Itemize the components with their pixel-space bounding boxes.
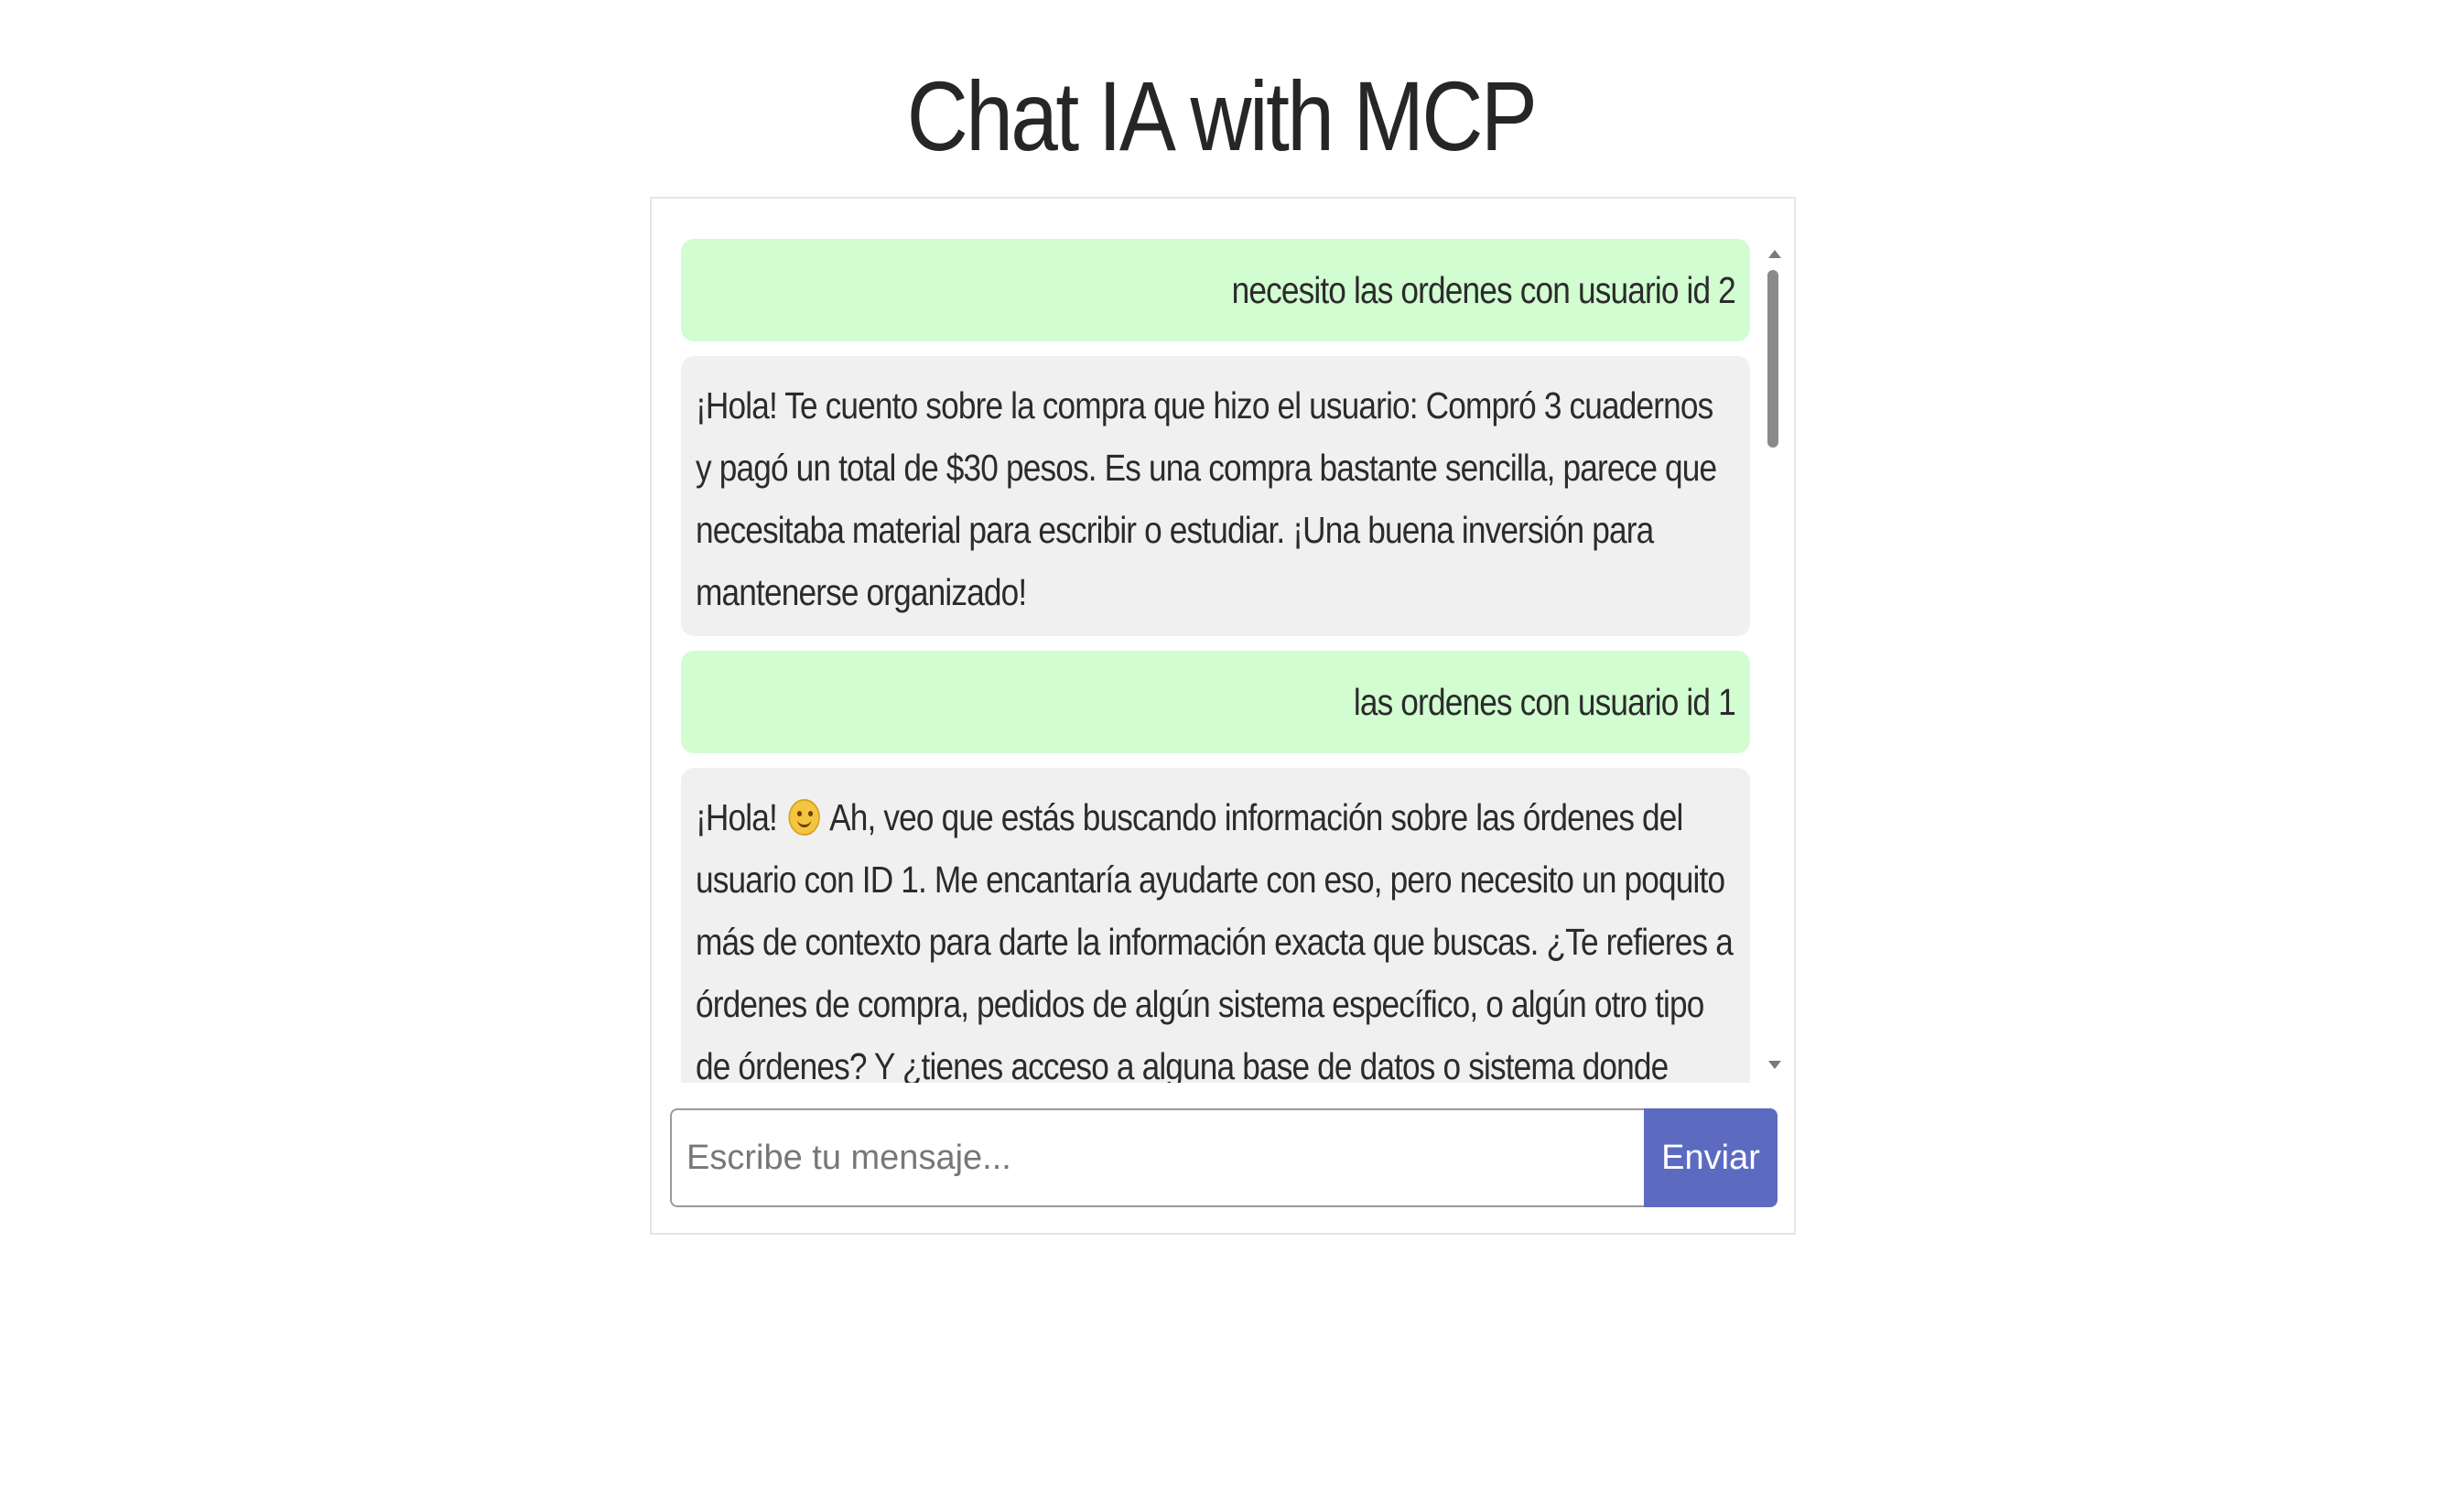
page-title: Chat IA with MCP	[906, 60, 1538, 171]
message-text: ¡Hola! Ah, veo que estás buscando inform…	[696, 786, 1734, 1083]
scroll-thumb[interactable]	[1767, 270, 1778, 448]
composer: Enviar	[670, 1108, 1777, 1207]
bot-message: ¡Hola! Te cuento sobre la compra que hiz…	[681, 356, 1750, 636]
scroll-down-arrow-icon[interactable]	[1768, 1061, 1781, 1069]
user-message: las ordenes con usuario id 1	[681, 651, 1750, 753]
message-text: ¡Hola! Te cuento sobre la compra que hiz…	[696, 384, 1717, 613]
smiling-face-icon	[788, 799, 820, 836]
message-text-rest: Ah, veo que estás buscando información s…	[696, 796, 1734, 1083]
message-list[interactable]: necesito las ordenes con usuario id 2 ¡H…	[652, 199, 1794, 1083]
user-message: necesito las ordenes con usuario id 2	[681, 239, 1750, 341]
message-text: las ordenes con usuario id 1	[1354, 681, 1736, 723]
messages-scrollbar[interactable]	[1762, 232, 1784, 1083]
send-button[interactable]: Enviar	[1644, 1108, 1777, 1207]
message-input[interactable]	[670, 1108, 1646, 1207]
scroll-up-arrow-icon[interactable]	[1768, 250, 1781, 258]
page: Chat IA with MCP necesito las ordenes co…	[0, 0, 2442, 1512]
chat-container: necesito las ordenes con usuario id 2 ¡H…	[650, 197, 1796, 1235]
bot-message: ¡Hola! Ah, veo que estás buscando inform…	[681, 768, 1750, 1083]
message-text-start: ¡Hola!	[696, 796, 778, 838]
message-text: necesito las ordenes con usuario id 2	[1231, 269, 1736, 311]
